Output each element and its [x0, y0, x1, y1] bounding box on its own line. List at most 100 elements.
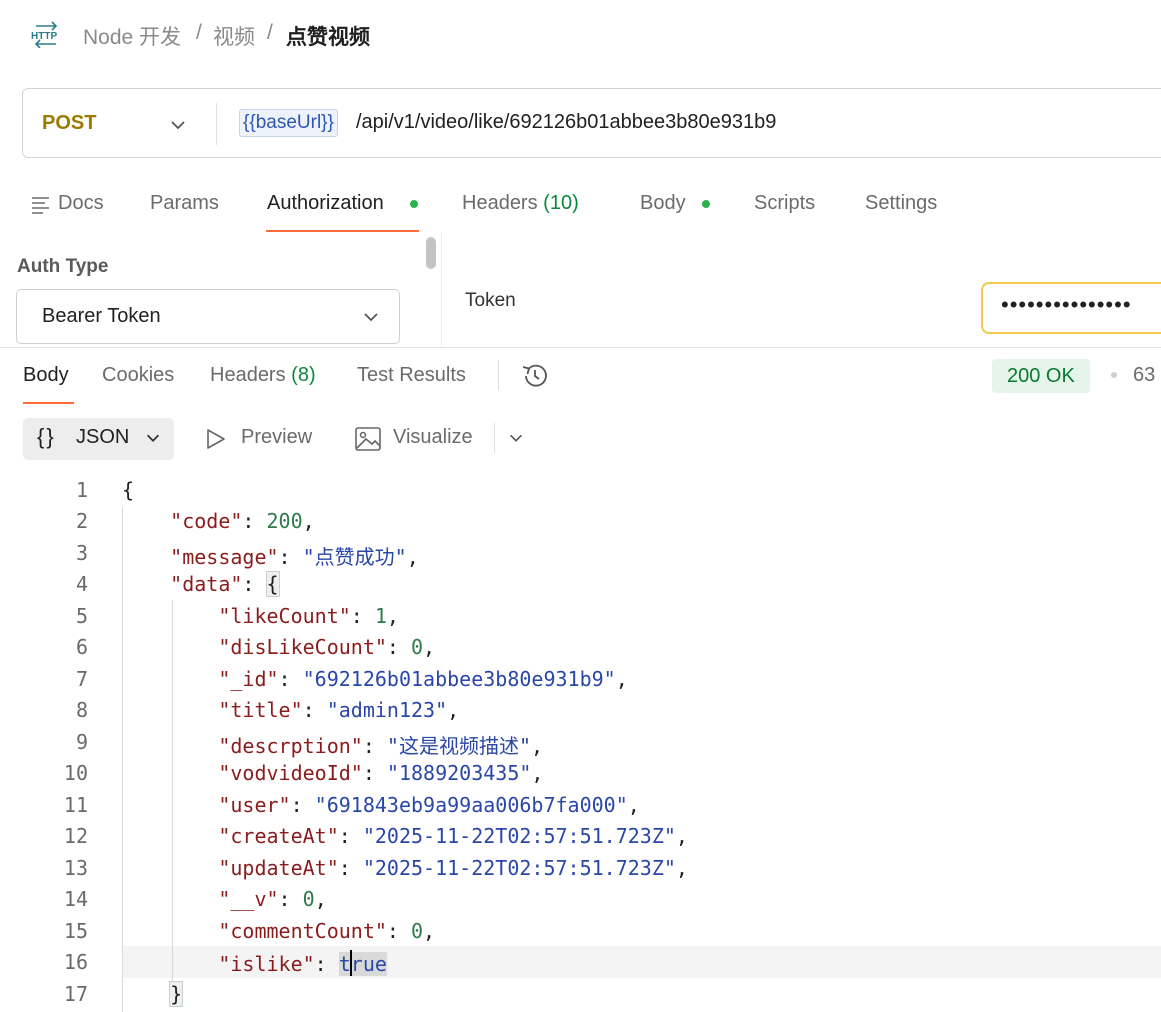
code-line[interactable]: "message": "点赞成功",: [122, 541, 419, 570]
code-line[interactable]: "disLikeCount": 0,: [122, 635, 435, 659]
response-tab-divider: [498, 360, 499, 390]
response-tab-test-results[interactable]: Test Results: [357, 364, 466, 387]
json-brace-match: }: [169, 981, 184, 1007]
tab-authorization[interactable]: Authorization: [267, 192, 384, 215]
breadcrumb-workspace[interactable]: Node 开发: [83, 21, 181, 51]
docs-icon: [31, 196, 51, 219]
json-key: "updateAt": [218, 856, 339, 880]
response-tab-headers-count: (8): [291, 364, 316, 386]
tab-headers[interactable]: Headers (10): [462, 192, 579, 215]
section-divider[interactable]: [0, 347, 1161, 348]
line-number: 2: [75, 509, 88, 533]
svg-text:HTTP: HTTP: [31, 31, 57, 42]
json-key: "__v": [218, 887, 279, 911]
json-string: "2025-11-22T02:57:51.723Z": [362, 856, 676, 880]
line-number: 7: [75, 667, 88, 691]
code-line[interactable]: "code": 200,: [122, 509, 315, 533]
image-icon: [354, 426, 382, 457]
token-input[interactable]: •••••••••••••••: [981, 282, 1161, 334]
json-key: "_id": [218, 667, 279, 691]
play-icon: [205, 427, 227, 456]
history-icon[interactable]: [520, 362, 550, 395]
code-line[interactable]: "descrption": "这是视频描述",: [122, 730, 543, 759]
breadcrumb-request-title[interactable]: 点赞视频: [286, 21, 370, 51]
line-number: 8: [75, 698, 88, 722]
json-string: "691843eb9a99aa006b7fa000": [314, 793, 628, 817]
auth-type-label: Auth Type: [17, 256, 109, 277]
json-key: "code": [170, 509, 243, 533]
line-number: 11: [63, 793, 88, 817]
response-tab-headers[interactable]: Headers (8): [210, 364, 316, 387]
json-string: "692126b01abbee3b80e931b9": [302, 667, 616, 691]
chevron-down-icon: [361, 307, 381, 332]
json-string: "这是视频描述": [386, 734, 532, 758]
tab-headers-label: Headers: [462, 192, 538, 214]
active-tab-indicator: [266, 230, 419, 232]
url-variable-chip[interactable]: {{baseUrl}}: [239, 109, 338, 137]
code-line[interactable]: "vodvideoId": "1889203435",: [122, 761, 543, 785]
response-tab-body[interactable]: Body: [23, 364, 69, 387]
code-line[interactable]: "_id": "692126b01abbee3b80e931b9",: [122, 667, 627, 691]
code-line[interactable]: {: [122, 478, 134, 502]
chevron-down-icon: [144, 429, 162, 452]
json-boolean-selected[interactable]: true: [338, 950, 387, 976]
status-badge[interactable]: 200 OK: [992, 359, 1090, 393]
line-number: 10: [63, 761, 88, 785]
tab-headers-count: (10): [543, 192, 579, 214]
line-number: 5: [75, 604, 88, 628]
auth-panel-scrollbar[interactable]: [426, 237, 436, 269]
line-number: 3: [75, 541, 88, 565]
line-number: 9: [75, 730, 88, 754]
json-key: "title": [218, 698, 303, 722]
preview-button[interactable]: Preview: [241, 426, 312, 449]
url-divider: [216, 103, 217, 145]
response-time[interactable]: 63: [1133, 364, 1155, 387]
braces-icon: {}: [37, 424, 56, 449]
line-number: 13: [63, 856, 88, 880]
auth-panel-divider[interactable]: [441, 232, 442, 347]
tab-body[interactable]: Body: [640, 192, 686, 215]
code-line[interactable]: "data": {: [122, 571, 280, 597]
code-line[interactable]: "createAt": "2025-11-22T02:57:51.723Z",: [122, 824, 688, 848]
json-string: "admin123": [326, 698, 448, 722]
token-label: Token: [465, 290, 516, 311]
tab-params[interactable]: Params: [150, 192, 219, 215]
active-response-tab-indicator: [23, 402, 74, 404]
status-separator-dot: [1111, 372, 1117, 378]
code-line[interactable]: "__v": 0,: [122, 887, 326, 911]
line-number: 4: [75, 572, 88, 596]
chevron-down-icon[interactable]: [507, 429, 525, 452]
json-string: "1889203435": [386, 761, 532, 785]
code-line[interactable]: "title": "admin123",: [122, 698, 459, 722]
breadcrumb-separator: /: [196, 21, 202, 44]
visualize-button[interactable]: Visualize: [393, 426, 473, 449]
line-number: 17: [63, 982, 88, 1006]
code-line[interactable]: "likeCount": 1,: [122, 604, 399, 628]
json-number: 0: [411, 635, 424, 659]
method-select[interactable]: POST: [42, 112, 96, 135]
json-key: "commentCount": [218, 919, 387, 943]
tab-scripts[interactable]: Scripts: [754, 192, 815, 215]
tab-docs[interactable]: Docs: [58, 192, 104, 215]
json-key: "islike": [218, 952, 315, 976]
tab-settings[interactable]: Settings: [865, 192, 937, 215]
code-line[interactable]: }: [122, 981, 184, 1007]
format-value: JSON: [76, 426, 130, 448]
breadcrumb-folder[interactable]: 视频: [213, 21, 255, 51]
json-number: 1: [374, 604, 387, 628]
code-line[interactable]: "commentCount": 0,: [122, 919, 435, 943]
chevron-down-icon[interactable]: [168, 115, 188, 140]
json-brace: {: [122, 478, 135, 502]
code-line[interactable]: "islike": true: [122, 950, 387, 976]
url-input[interactable]: /api/v1/video/like/692126b01abbee3b80e93…: [356, 111, 776, 134]
code-line[interactable]: "updateAt": "2025-11-22T02:57:51.723Z",: [122, 856, 688, 880]
json-key: "descrption": [218, 734, 363, 758]
line-number: 12: [63, 824, 88, 848]
code-line[interactable]: "user": "691843eb9a99aa006b7fa000",: [122, 793, 639, 817]
json-key: "user": [218, 793, 291, 817]
response-tab-cookies[interactable]: Cookies: [102, 364, 174, 387]
json-boolean-part: rue: [350, 952, 387, 976]
json-number: 200: [266, 509, 303, 533]
json-key: "createAt": [218, 824, 339, 848]
json-number: 0: [302, 887, 315, 911]
